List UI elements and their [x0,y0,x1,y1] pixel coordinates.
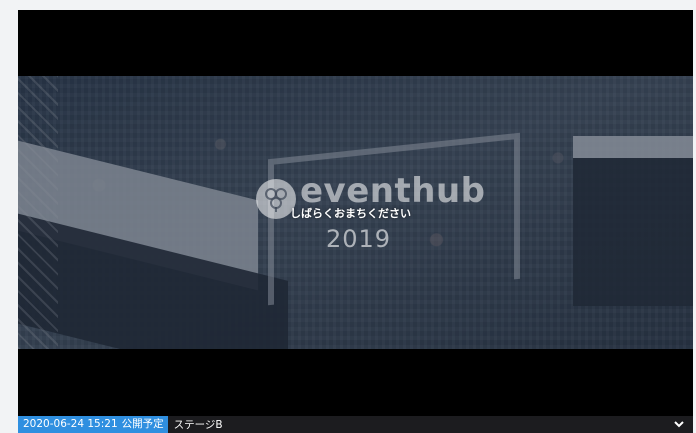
chevron-down-icon[interactable] [673,419,685,431]
standby-message: しばらくおまちください [290,207,411,220]
stage-selector[interactable]: ステージB [168,416,693,433]
stream-info-bar: 2020-06-24 15:21 公開予定 ステージB [18,416,693,433]
scheduled-label: 公開予定 [121,418,164,430]
page-frame: eventhub 2019 しばらくおまちください 2020-06-24 15:… [0,0,696,433]
event-logo-year: 2019 [326,225,392,253]
video-player[interactable]: eventhub 2019 しばらくおまちください [18,10,693,416]
schedule-badge: 2020-06-24 15:21 公開予定 [18,416,168,433]
scheduled-datetime: 2020-06-24 15:21 [23,418,118,430]
standby-overlay: eventhub 2019 しばらくおまちください [18,76,693,349]
stage-name: ステージB [173,419,223,431]
video-frame: eventhub 2019 しばらくおまちください [18,76,693,349]
